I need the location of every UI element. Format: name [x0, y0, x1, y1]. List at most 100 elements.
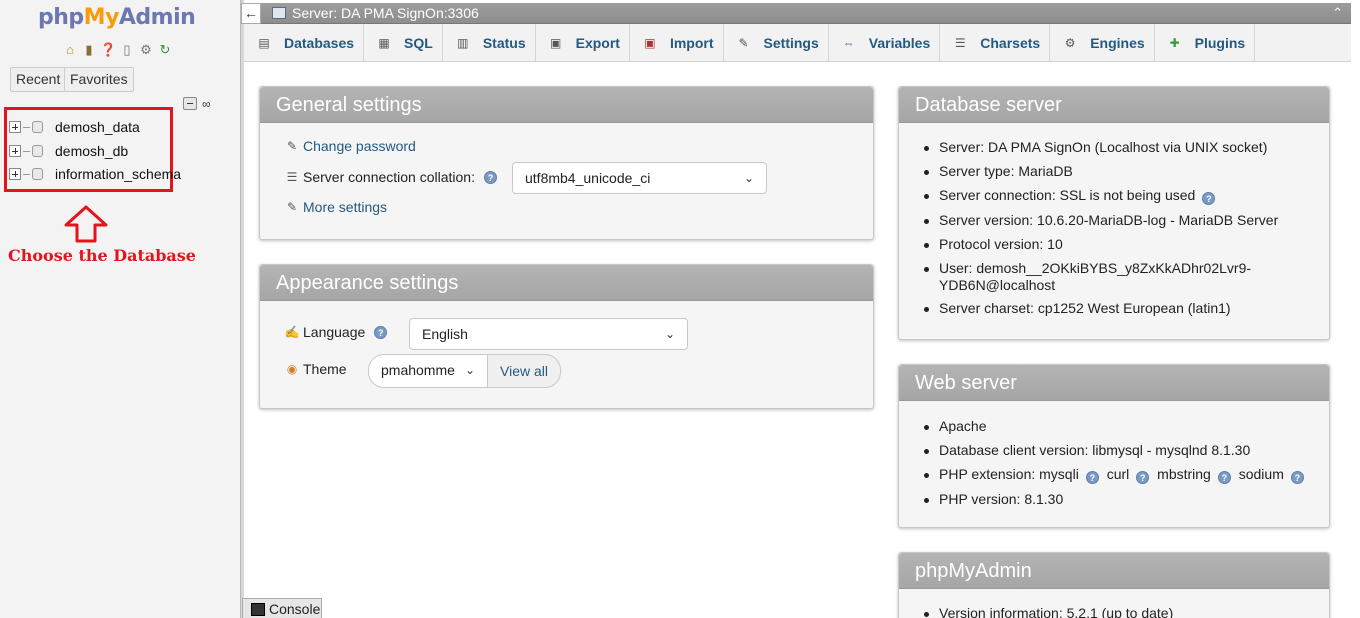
navigation-panel: phpMyAdmin ⌂ ▮ ❓ ▯ ⚙ ↻ Recent Favorites … [0, 0, 241, 618]
collation-row: ☰ Server connection collation: ? [284, 169, 497, 185]
database-name[interactable]: demosh_data [55, 119, 140, 135]
home-icon[interactable]: ⌂ [62, 42, 78, 58]
collation-select[interactable]: utf8mb4_unicode_ci ⌄ [512, 162, 767, 194]
database-tree-item[interactable]: information_schema [9, 164, 181, 184]
language-row: ✍ Language ? [284, 324, 388, 340]
top-menu: ▤ Databases ▦ SQL ▥ Status ▣ Export ▣ Import … [244, 24, 1351, 62]
collapse-all-icon[interactable] [183, 97, 197, 110]
view-all-themes-button[interactable]: View all [487, 354, 561, 388]
database-server-panel: Database server Server: DA PMA SignOn (L… [898, 86, 1330, 340]
database-name[interactable]: information_schema [55, 166, 181, 182]
help-icon[interactable]: ? [484, 170, 497, 184]
panel-title: Database server [899, 87, 1329, 123]
database-name[interactable]: demosh_db [55, 143, 128, 159]
appearance-settings-panel: Appearance settings ✍ Language ? English… [259, 264, 874, 409]
variables-icon: ⇔ [842, 35, 855, 50]
tab-engines[interactable]: ⚙ Engines [1050, 24, 1155, 61]
help-icon[interactable]: ❓ [100, 42, 116, 58]
tab-variables[interactable]: ⇔ Variables [829, 24, 941, 61]
database-icon: ▤ [258, 35, 270, 50]
panel-title: Web server [899, 365, 1329, 401]
list-item: Server version: 10.6.20-MariaDB-log - Ma… [922, 212, 1278, 229]
web-server-panel: Web server Apache Database client versio… [898, 364, 1330, 528]
database-tree-item[interactable]: demosh_db [9, 141, 128, 161]
list-item: Protocol version: 10 [922, 236, 1278, 253]
collation-label: Server connection collation: [303, 169, 475, 185]
help-icon[interactable]: ? [1290, 471, 1304, 484]
database-exit-icon[interactable]: ▮ [81, 42, 97, 58]
import-icon: ▣ [644, 35, 656, 50]
panel-title: Appearance settings [260, 265, 873, 301]
change-password-row[interactable]: ✎ Change password [284, 138, 416, 154]
engines-icon: ⚙ [1064, 35, 1076, 50]
more-settings-link[interactable]: More settings [303, 199, 387, 215]
tab-import[interactable]: ▣ Import [630, 24, 724, 61]
change-password-link[interactable]: Change password [303, 138, 416, 154]
expand-icon[interactable] [9, 168, 21, 180]
sql-icon: ▦ [378, 35, 390, 50]
database-icon [32, 121, 43, 133]
favorites-button[interactable]: Favorites [64, 67, 134, 92]
tab-plugins[interactable]: ✚ Plugins [1155, 24, 1256, 61]
reload-icon[interactable]: ↻ [157, 42, 173, 58]
help-icon[interactable]: ? [1217, 471, 1231, 484]
database-server-info-list: Server: DA PMA SignOn (Localhost via UNI… [922, 139, 1278, 324]
language-select[interactable]: English ⌄ [409, 318, 688, 350]
tab-databases[interactable]: ▤ Databases [244, 24, 365, 61]
web-server-info-list: Apache Database client version: libmysql… [922, 418, 1304, 515]
password-icon: ✎ [286, 139, 298, 153]
help-icon[interactable]: ? [1136, 471, 1150, 484]
tab-export[interactable]: ▣ Export [536, 24, 630, 61]
general-settings-panel: General settings ✎ Change password ☰ Ser… [259, 86, 874, 240]
more-settings-row[interactable]: ✎ More settings [284, 199, 387, 215]
list-item: Apache [922, 418, 1304, 435]
language-icon: ✍ [284, 325, 300, 339]
list-item: Server connection: SSL is not being used… [922, 187, 1278, 205]
docs-icon[interactable]: ▯ [119, 42, 135, 58]
link-with-main-icon[interactable]: ∞ [202, 98, 211, 110]
help-icon[interactable]: ? [374, 325, 388, 339]
theme-row: ◉ Theme [284, 361, 347, 377]
panel-title: phpMyAdmin [899, 553, 1329, 589]
list-item: Database client version: libmysql - mysq… [922, 442, 1304, 459]
chevron-down-icon: ⌄ [743, 171, 754, 185]
chevron-down-icon: ⌄ [664, 327, 675, 341]
charsets-icon: ☰ [954, 35, 966, 50]
expand-icon[interactable] [9, 145, 21, 157]
wrench-icon: ✎ [738, 35, 749, 50]
server-icon [272, 7, 286, 19]
list-item: Version information: 5.2.1 (up to date) [922, 605, 1173, 618]
choose-database-annotation: Choose the Database [8, 246, 196, 265]
back-arrow-icon[interactable]: ← [241, 3, 261, 24]
theme-select[interactable]: pmahomme ⌄ [368, 354, 488, 388]
database-icon [32, 168, 43, 180]
list-item: Server: DA PMA SignOn (Localhost via UNI… [922, 139, 1278, 156]
phpmyadmin-logo[interactable]: phpMyAdmin [38, 5, 196, 30]
console-toggle-button[interactable]: Console [242, 598, 322, 618]
chevron-down-icon: ⌄ [464, 363, 475, 377]
expand-icon[interactable] [9, 121, 21, 133]
list-item: Server charset: cp1252 West European (la… [922, 300, 1278, 317]
main-area: ← Server: DA PMA SignOn:3306 ⌃ ▤ Database… [241, 0, 1351, 618]
recent-button[interactable]: Recent [10, 67, 67, 92]
tab-sql[interactable]: ▦ SQL [364, 24, 443, 61]
server-breadcrumb[interactable]: Server: DA PMA SignOn:3306 [292, 5, 479, 22]
help-icon[interactable]: ? [1202, 192, 1216, 205]
theme-palette-icon: ◉ [286, 362, 298, 376]
tab-status[interactable]: ▥ Status [443, 24, 536, 61]
wrench-icon: ✎ [286, 200, 298, 214]
database-tree-item[interactable]: demosh_data [9, 117, 140, 137]
help-icon[interactable]: ? [1085, 471, 1099, 484]
scroll-to-top-icon[interactable]: ⌃ [1332, 5, 1343, 21]
server-breadcrumb-bar: ← Server: DA PMA SignOn:3306 ⌃ [241, 3, 1351, 24]
database-icon [32, 145, 43, 157]
phpmyadmin-info-panel: phpMyAdmin Version information: 5.2.1 (u… [898, 552, 1330, 618]
list-icon: ☰ [286, 170, 298, 184]
tab-charsets[interactable]: ☰ Charsets [940, 24, 1051, 61]
list-item: User: demosh__2OKkiBYBS_y8ZxKkADhr02Lvr9… [922, 260, 1278, 294]
export-icon: ▣ [549, 35, 562, 50]
settings-icon[interactable]: ⚙ [138, 42, 154, 58]
tab-settings[interactable]: ✎ Settings [724, 24, 829, 61]
nav-icon-bar: ⌂ ▮ ❓ ▯ ⚙ ↻ [62, 42, 173, 58]
arrow-up-icon [64, 205, 108, 243]
